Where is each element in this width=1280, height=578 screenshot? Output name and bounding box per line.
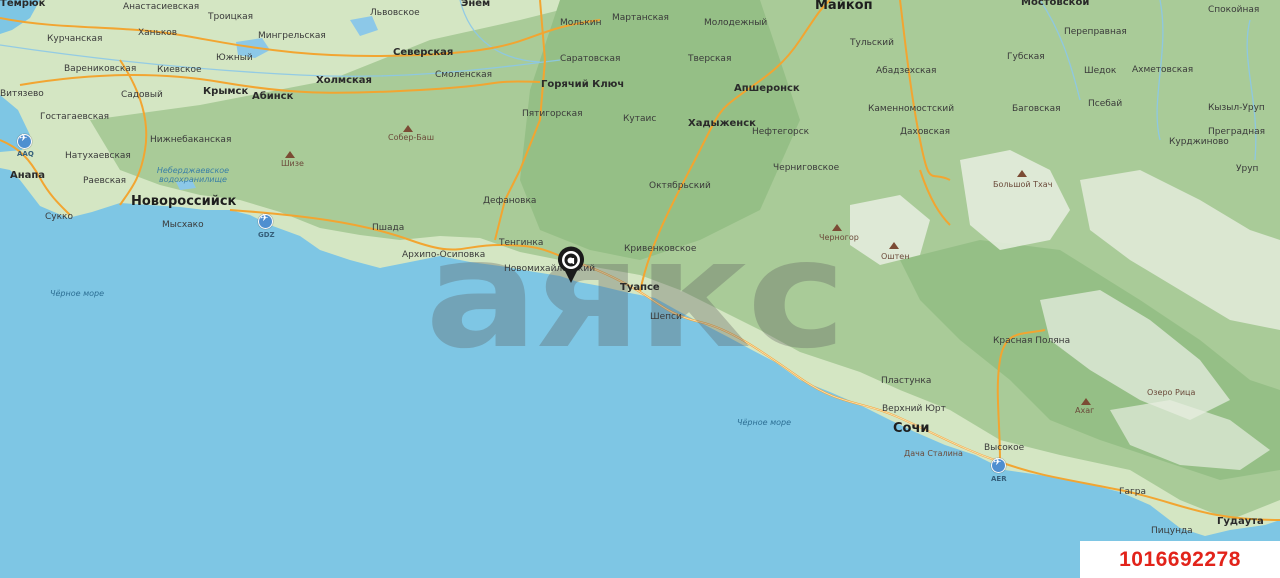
mountain-peak-icon	[1017, 170, 1027, 177]
location-pin-icon[interactable]	[557, 246, 585, 284]
city-label: Мингрельская	[258, 31, 326, 41]
city-label: Кривенковское	[624, 244, 697, 254]
city-label: Кызыл-Уруп	[1208, 103, 1265, 113]
city-label: Киевское	[157, 65, 202, 75]
city-label: Дефановка	[483, 196, 537, 206]
city-label: Мартанская	[612, 13, 669, 23]
peak-label: Большой Тхач	[993, 180, 1053, 189]
city-label: Губская	[1007, 52, 1045, 62]
city-label: Молькин	[560, 18, 602, 28]
city-label: Ахметовская	[1132, 65, 1194, 75]
city-label: Даховская	[900, 127, 950, 137]
city-label: Варениковская	[64, 64, 137, 74]
city-label: Хадыженск	[688, 118, 756, 129]
city-label: Переправная	[1064, 27, 1127, 37]
city-label: Северская	[393, 47, 454, 58]
city-label: Высокое	[984, 443, 1025, 453]
city-label: Пицунда	[1151, 526, 1193, 536]
city-label: Кутаис	[623, 114, 657, 124]
peak-label: Оштен	[881, 252, 910, 261]
city-label: Анапа	[10, 170, 46, 181]
city-label: Крымск	[203, 86, 249, 97]
airport-code: GDZ	[258, 231, 275, 239]
city-label: Сукко	[45, 212, 73, 222]
city-label: Шепси	[650, 312, 682, 322]
city-label: Тенгинка	[499, 238, 544, 248]
mountain-peak-icon	[889, 242, 899, 249]
city-label: Львовское	[370, 8, 420, 18]
mountain-peak-icon	[285, 151, 295, 158]
city-label: Верхний Юрт	[882, 404, 946, 414]
city-label: Псебай	[1088, 99, 1123, 109]
place-label: Дача Сталина	[904, 449, 963, 458]
city-label: Троицкая	[208, 12, 254, 22]
city-label: Гостагаевская	[40, 112, 110, 122]
city-label: Новороссийск	[131, 194, 237, 209]
city-label: Гудаута	[1217, 516, 1264, 527]
city-label: Черниговское	[773, 163, 840, 173]
city-label: Саратовская	[560, 54, 621, 64]
city-label: Туапсе	[620, 282, 660, 293]
sea-label: Чёрное море	[737, 418, 792, 427]
city-label: Каменномостский	[868, 104, 955, 114]
city-label: Нефтегорск	[752, 127, 810, 137]
airport-code: AAQ	[17, 150, 34, 158]
mountain-peak-icon	[403, 125, 413, 132]
airport-code: AER	[991, 475, 1007, 483]
city-label: Архипо-Осиповка	[402, 250, 486, 260]
peak-label: Озеро Рица	[1147, 388, 1196, 397]
city-label: Анастасиевская	[123, 2, 200, 12]
city-label: Тульский	[850, 38, 894, 48]
mountain-peak-icon	[1081, 398, 1091, 405]
city-label: Темрюк	[0, 0, 46, 9]
peak-label: Собер-Баш	[388, 133, 435, 142]
city-label: Курчанская	[47, 34, 103, 44]
city-label: Мостовской	[1021, 0, 1090, 8]
city-label: Ханьков	[138, 28, 178, 38]
city-label: Преградная	[1208, 127, 1266, 137]
city-label: Раевская	[83, 176, 127, 186]
city-label: Октябрьский	[649, 181, 711, 191]
city-label: Спокойная	[1208, 5, 1260, 15]
city-label: Витязево	[0, 89, 44, 99]
airplane-icon[interactable]	[991, 457, 1006, 473]
city-label: Мысхако	[162, 220, 204, 230]
airplane-icon[interactable]	[17, 133, 32, 149]
city-label: Нижнебаканская	[150, 135, 232, 145]
city-label: Пшада	[372, 223, 405, 233]
city-label: Абадзехская	[876, 66, 937, 76]
city-label: Абинск	[252, 91, 294, 102]
city-label: Натухаевская	[65, 151, 131, 161]
peak-label: Ахаг	[1075, 406, 1095, 415]
city-label: Садовый	[121, 90, 163, 100]
city-label: Пластунка	[881, 376, 932, 386]
peak-label: Черногор	[819, 233, 859, 242]
city-label: Курджиново	[1169, 137, 1229, 147]
city-label: Сочи	[893, 421, 930, 436]
city-label: Молодежный	[704, 18, 768, 28]
city-label: Смоленская	[435, 70, 493, 80]
city-label: Энем	[461, 0, 491, 9]
city-label: Гагра	[1119, 487, 1146, 497]
city-label: Тверская	[688, 54, 732, 64]
airplane-icon[interactable]	[258, 213, 273, 229]
city-label: Пятигорская	[522, 109, 583, 119]
city-label: Горячий Ключ	[541, 79, 625, 90]
sea-label: Чёрное море	[50, 289, 105, 298]
city-label: Баговская	[1012, 104, 1061, 114]
city-label: Шедок	[1084, 66, 1117, 76]
listing-id-label: 1016692278	[1080, 541, 1280, 578]
city-label: Холмская	[316, 75, 372, 86]
city-label: Красная Поляна	[993, 336, 1071, 346]
city-label: Апшеронск	[734, 83, 800, 94]
peak-label: Шизе	[281, 159, 304, 168]
mountain-peak-icon	[832, 224, 842, 231]
city-label: Майкоп	[815, 0, 873, 13]
city-label: Уруп	[1236, 164, 1259, 174]
city-label: Южный	[216, 53, 253, 63]
reservoir-label: Неберджаевское водохранилище	[156, 166, 230, 184]
